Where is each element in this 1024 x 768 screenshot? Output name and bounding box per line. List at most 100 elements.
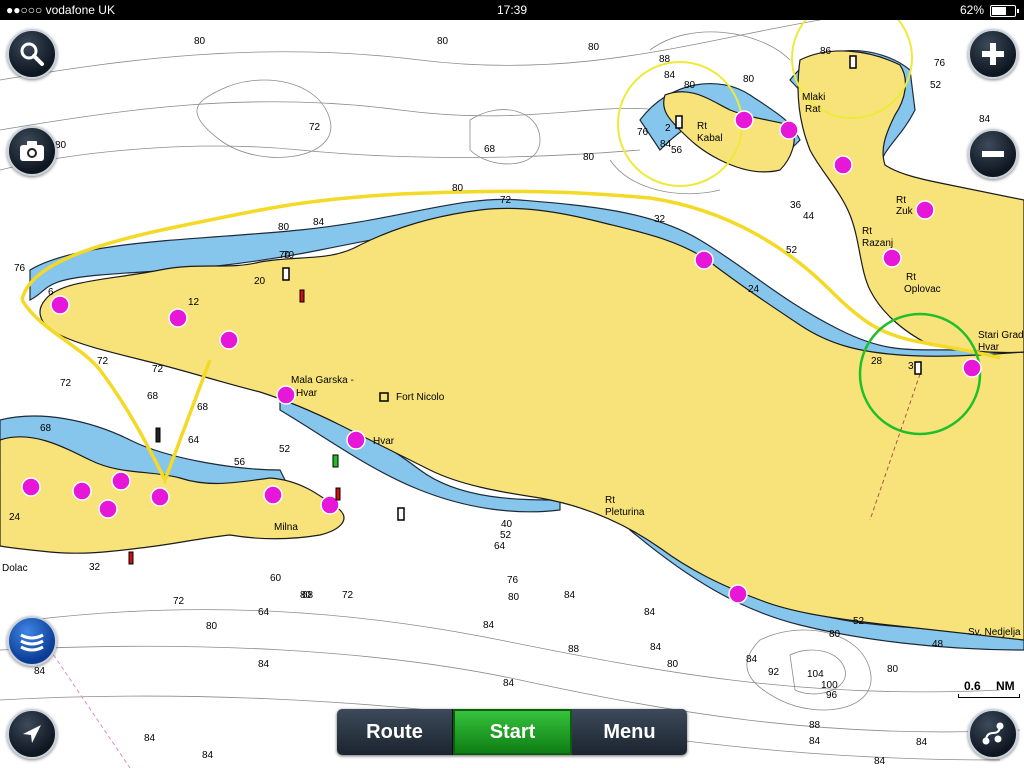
route-points-icon bbox=[982, 722, 1004, 745]
lighthouse-icon bbox=[397, 507, 405, 521]
depth-label: 80 bbox=[588, 42, 600, 53]
sonar-button[interactable] bbox=[7, 616, 57, 666]
lighthouse-icon bbox=[914, 361, 922, 375]
camera-button[interactable] bbox=[7, 126, 57, 176]
place-mala-garska-1: Mala Garska - bbox=[291, 375, 354, 386]
depth-label: 52 bbox=[930, 80, 942, 91]
locate-button[interactable] bbox=[7, 709, 57, 759]
red-buoy-icon bbox=[299, 289, 305, 303]
place-oplovac-2: Oplovac bbox=[904, 284, 941, 295]
depth-label: 96 bbox=[826, 690, 838, 701]
depth-label: 84 bbox=[503, 678, 515, 689]
depth-label: 28 bbox=[871, 356, 883, 367]
depth-label: 68 bbox=[147, 391, 159, 402]
lighthouse-icon bbox=[282, 267, 290, 281]
status-bar: ●●○○○ vodafone UK 17:39 62% bbox=[0, 0, 1024, 20]
route-tools-button[interactable] bbox=[968, 709, 1018, 759]
depth-label: 64 bbox=[188, 435, 200, 446]
depth-label: 80 bbox=[684, 80, 696, 91]
depth-label: 72 bbox=[500, 195, 512, 206]
marina-icon bbox=[276, 385, 296, 405]
route-button[interactable]: Route bbox=[337, 709, 453, 755]
place-razanj-1: Rt bbox=[862, 226, 872, 237]
marina-icon bbox=[694, 250, 714, 270]
search-button[interactable] bbox=[7, 29, 57, 79]
sonar-icon bbox=[20, 633, 44, 652]
depth-label: 84 bbox=[650, 642, 662, 653]
plus-icon bbox=[982, 43, 1004, 65]
depth-label: 72 bbox=[152, 364, 164, 375]
depth-label: 88 bbox=[809, 720, 821, 731]
depth-label: 2 bbox=[665, 123, 671, 134]
marina-icon bbox=[728, 584, 748, 604]
depth-label: 84 bbox=[660, 139, 672, 150]
marina-icon bbox=[882, 248, 902, 268]
depth-label: 68 bbox=[484, 144, 496, 155]
depth-label: 70 bbox=[283, 250, 295, 261]
depth-label: 88 bbox=[568, 644, 580, 655]
green-buoy-icon bbox=[332, 454, 339, 468]
place-rt-kabal-2: Kabal bbox=[697, 133, 723, 144]
marina-icon bbox=[111, 471, 131, 491]
depth-label: 68 bbox=[302, 590, 314, 601]
depth-label: 84 bbox=[874, 756, 886, 767]
cardinal-buoy-icon bbox=[155, 427, 161, 443]
depth-label: 52 bbox=[500, 530, 512, 541]
depth-label: 72 bbox=[60, 378, 72, 389]
scale-bar-line bbox=[958, 694, 1020, 698]
marina-icon bbox=[833, 155, 853, 175]
zoom-in-button[interactable] bbox=[968, 29, 1018, 79]
depth-label: 84 bbox=[144, 733, 156, 744]
depth-label: 72 bbox=[342, 590, 354, 601]
place-rt-pleturina-1: Rt bbox=[605, 495, 615, 506]
depth-label: 72 bbox=[309, 122, 321, 133]
depth-label: 48 bbox=[932, 639, 944, 650]
place-dolac: Dolac bbox=[2, 563, 28, 574]
place-mlaki-2: Rat bbox=[805, 104, 821, 115]
marina-icon bbox=[346, 430, 366, 450]
depth-label: 44 bbox=[803, 211, 815, 222]
depth-label: 84 bbox=[916, 737, 928, 748]
marina-icon bbox=[168, 308, 188, 328]
depth-label: 72 bbox=[173, 596, 185, 607]
place-hvar: Hvar bbox=[373, 436, 395, 447]
depth-label: 24 bbox=[748, 284, 760, 295]
depth-label: 56 bbox=[234, 457, 246, 468]
depth-label: 84 bbox=[202, 750, 214, 761]
depth-label: 80 bbox=[452, 183, 464, 194]
marina-icon bbox=[72, 481, 92, 501]
depth-label: 88 bbox=[659, 54, 671, 65]
zoom-out-button[interactable] bbox=[968, 129, 1018, 179]
battery-icon bbox=[990, 5, 1019, 17]
depth-label: 80 bbox=[667, 659, 679, 670]
depth-label: 64 bbox=[494, 541, 506, 552]
depth-label: 80 bbox=[206, 621, 218, 632]
place-stari-grad-2: Hvar bbox=[978, 342, 1000, 353]
depth-label: 52 bbox=[853, 616, 865, 627]
place-zuk-2: Zuk bbox=[896, 206, 914, 217]
depth-label: 84 bbox=[809, 736, 821, 747]
place-sv-nedjelja: Sv. Nedjelja bbox=[968, 627, 1021, 638]
magnifier-icon bbox=[20, 42, 44, 66]
depth-label: 52 bbox=[279, 444, 291, 455]
bottom-toolbar: Route Start Menu bbox=[337, 709, 687, 755]
depth-label: 80 bbox=[508, 592, 520, 603]
marina-icon bbox=[50, 295, 70, 315]
depth-label: 32 bbox=[654, 214, 666, 225]
place-razanj-2: Razanj bbox=[862, 238, 893, 249]
depth-label: 80 bbox=[278, 222, 290, 233]
menu-button[interactable]: Menu bbox=[572, 709, 687, 755]
marina-icon bbox=[915, 200, 935, 220]
depth-label: 80 bbox=[194, 36, 206, 47]
marina-icon bbox=[962, 358, 982, 378]
nautical-chart[interactable]: Rt Kabal Mlaki Rat Rt Zuk Rt Razanj Rt O… bbox=[0, 0, 1024, 768]
depth-label: 72 bbox=[97, 356, 109, 367]
scale-unit: NM bbox=[996, 679, 1015, 693]
depth-label: 80 bbox=[743, 74, 755, 85]
depth-label: 64 bbox=[258, 607, 270, 618]
depth-label: 20 bbox=[254, 276, 266, 287]
depth-label: 104 bbox=[807, 669, 824, 680]
start-button[interactable]: Start bbox=[453, 709, 572, 755]
depth-label: 84 bbox=[644, 607, 656, 618]
red-buoy-icon bbox=[335, 487, 341, 501]
